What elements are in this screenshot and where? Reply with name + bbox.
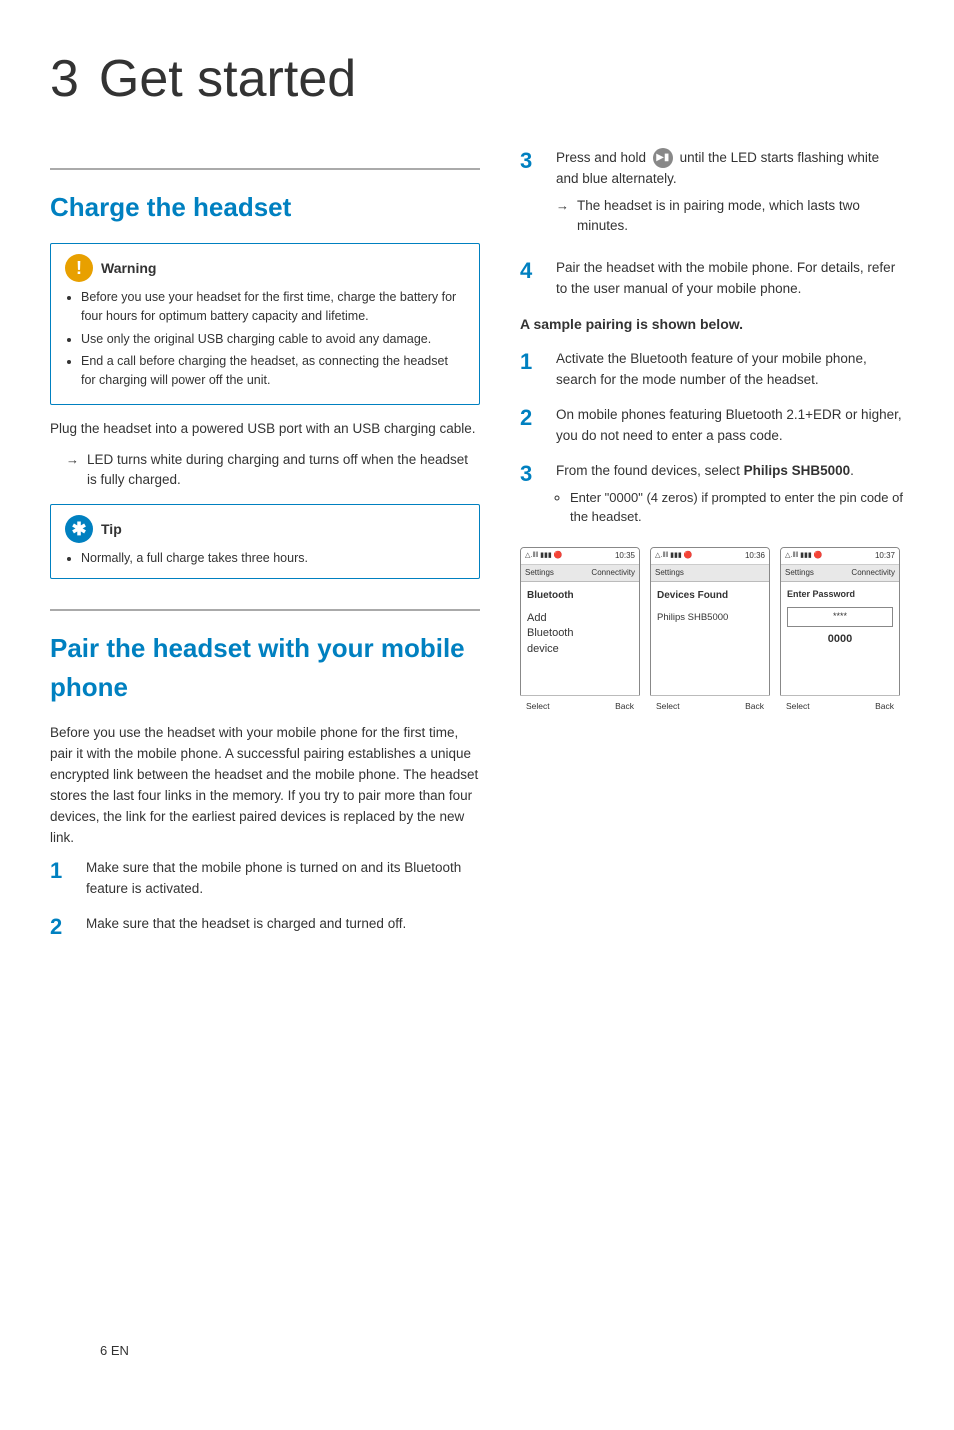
warning-header: ! Warning [65,254,465,282]
warning-item-1: Before you use your headset for the firs… [81,288,465,326]
right-step-3: 3 Press and hold ▶▮ until the LED starts… [520,148,904,244]
phone-2-bottom-right: Back [745,700,764,713]
sample-steps-list: 1 Activate the Bluetooth feature of your… [520,349,904,531]
arrow-icon-2: → [556,196,569,237]
pair-step-1: 1 Make sure that the mobile phone is tur… [50,858,480,900]
phone-3-nav-right: Connectivity [851,567,895,579]
sample-step-2: 2 On mobile phones featuring Bluetooth 2… [520,405,904,447]
sample-heading: A sample pairing is shown below. [520,314,904,335]
pair-step-1-text: Make sure that the mobile phone is turne… [86,858,480,900]
pair-steps-list: 1 Make sure that the mobile phone is tur… [50,858,480,940]
page-language: EN [111,1343,129,1358]
pair-section-title: Pair the headset with your mobile phone [50,629,480,707]
right-step-3-text: Press and hold ▶▮ until the LED starts f… [556,148,904,244]
phone-2-time: 10:36 [745,550,765,562]
warning-box: ! Warning Before you use your headset fo… [50,243,480,405]
right-column: 3 Press and hold ▶▮ until the LED starts… [520,148,904,955]
call-button-icon: ▶▮ [653,148,673,168]
phone-3-enter-pw: Enter Password [787,588,893,602]
phone-3-bottom: Select Back [780,695,900,717]
phone-2-section: Devices Found [657,588,763,603]
step3-arrow: → The headset is in pairing mode, which … [556,196,904,237]
page-footer: 6 EN [100,1341,129,1361]
phone-1-nav-left: Settings [525,567,554,579]
phone-screens: △.‖‖ ▮▮▮ 🔴 10:35 Settings Connectivity B… [520,547,904,717]
pair-body1: Before you use the headset with your mob… [50,723,480,849]
left-column: Charge the headset ! Warning Before you … [50,148,480,955]
phone-1-time: 10:35 [615,550,635,562]
phone-1-bottom: Select Back [520,695,640,717]
phone-3-bottom-left: Select [786,700,810,713]
tip-header: ✱ Tip [65,515,465,543]
chapter-title: 3 Get started [50,40,904,118]
phone-1-content: AddBluetoothdevice [527,611,633,657]
phone-2-bottom-left: Select [656,700,680,713]
page-number: 6 [100,1343,107,1358]
sample-step-3-bullet: Enter "0000" (4 zeros) if prompted to en… [570,488,904,527]
phone-2-nav-left: Settings [655,567,684,579]
phone-1-statusbar: △.‖‖ ▮▮▮ 🔴 10:35 [521,548,639,565]
warning-icon: ! [65,254,93,282]
right-step-4-text: Pair the headset with the mobile phone. … [556,258,904,300]
chapter-number: 3 [50,40,79,118]
sample-step-1: 1 Activate the Bluetooth feature of your… [520,349,904,391]
phone-1-bottom-right: Back [615,700,634,713]
tip-list: Normally, a full charge takes three hour… [65,549,465,568]
warning-item-2: Use only the original USB charging cable… [81,330,465,349]
pair-section-divider [50,609,480,611]
warning-list: Before you use your headset for the firs… [65,288,465,390]
sample-step-3-content: From the found devices, select Philips S… [556,461,904,531]
sample-step-3-subbullet: Enter "0000" (4 zeros) if prompted to en… [556,488,904,527]
phone-1-nav-right: Connectivity [591,567,635,579]
phone-1-bottom-left: Select [526,700,550,713]
section-divider [50,168,480,170]
warning-item-3: End a call before charging the headset, … [81,352,465,390]
phone-3-nav-left: Settings [785,567,814,579]
phone-1-section: Bluetooth [527,588,633,603]
tip-label: Tip [101,519,122,540]
phone-2-content: Philips SHB5000 [657,611,763,625]
pair-step-2-text: Make sure that the headset is charged an… [86,914,480,935]
right-step-4: 4 Pair the headset with the mobile phone… [520,258,904,300]
phone-screen-1: △.‖‖ ▮▮▮ 🔴 10:35 Settings Connectivity B… [520,547,640,717]
phone-3-pw-code: 0000 [787,631,893,648]
pair-step-2: 2 Make sure that the headset is charged … [50,914,480,940]
charge-arrow-1: → LED turns white during charging and tu… [66,450,480,491]
phone-2-navbar: Settings [651,565,769,582]
tip-box: ✱ Tip Normally, a full charge takes thre… [50,504,480,579]
phone-3-statusbar: △.‖‖ ▮▮▮ 🔴 10:37 [781,548,899,565]
chapter-title-text: Get started [99,40,356,118]
phone-screen-2: △.‖‖ ▮▮▮ 🔴 10:36 Settings Devices Found [650,547,770,717]
sample-step-3: 3 From the found devices, select Philips… [520,461,904,531]
charge-section-title: Charge the headset [50,188,480,227]
sample-step-1-text: Activate the Bluetooth feature of your m… [556,349,904,391]
sample-step-2-text: On mobile phones featuring Bluetooth 2.1… [556,405,904,447]
phone-3-bottom-right: Back [875,700,894,713]
charge-arrow-text: LED turns white during charging and turn… [87,450,480,491]
right-steps-list: 3 Press and hold ▶▮ until the LED starts… [520,148,904,300]
phone-3-pw-field: **** [787,607,893,627]
tip-icon: ✱ [65,515,93,543]
phone-3-navbar: Settings Connectivity [781,565,899,582]
charge-body1: Plug the headset into a powered USB port… [50,419,480,440]
phone-2-statusbar: △.‖‖ ▮▮▮ 🔴 10:36 [651,548,769,565]
phone-1-navbar: Settings Connectivity [521,565,639,582]
warning-label: Warning [101,258,156,279]
arrow-icon: → [66,450,79,491]
phone-2-bottom: Select Back [650,695,770,717]
tip-item-1: Normally, a full charge takes three hour… [81,549,465,568]
phone-3-time: 10:37 [875,550,895,562]
phone-screen-3: △.‖‖ ▮▮▮ 🔴 10:37 Settings Connectivity E… [780,547,900,717]
